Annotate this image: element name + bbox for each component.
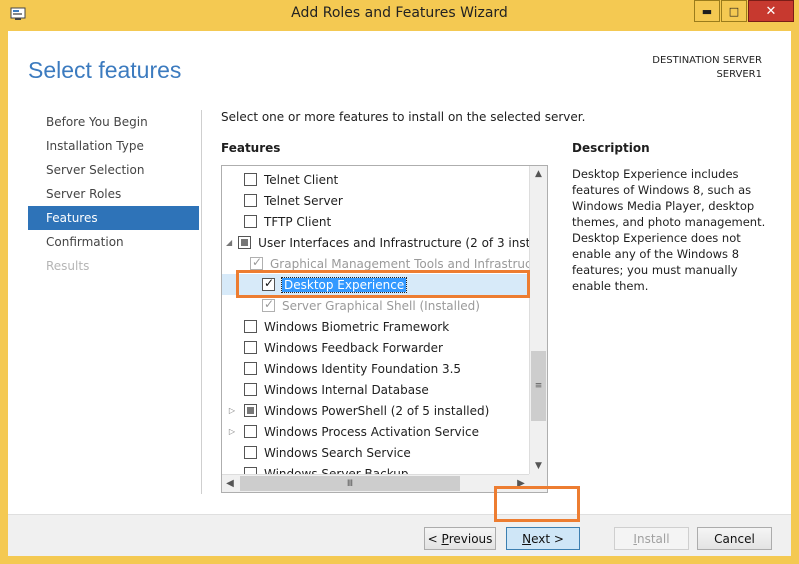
feature-row[interactable]: ▷ Windows PowerShell (2 of 5 installed): [222, 400, 529, 421]
features-list: Telnet Client Telnet Server TFTP Client ◢ Us…: [222, 166, 529, 474]
nav-item-installation-type[interactable]: Installation Type: [28, 134, 199, 158]
scroll-up-icon[interactable]: ▲: [530, 166, 547, 182]
collapse-icon[interactable]: ◢: [226, 238, 232, 247]
destination-label: DESTINATION SERVER: [652, 55, 762, 66]
feature-label: Server Graphical Shell (Installed): [282, 298, 480, 313]
feature-label: Telnet Server: [264, 193, 343, 208]
feature-checkbox[interactable]: [244, 425, 257, 438]
feature-row[interactable]: Windows Biometric Framework: [222, 316, 529, 337]
desktop-experience-highlight: [236, 270, 530, 298]
page-title: Select features: [28, 57, 182, 83]
feature-checkbox[interactable]: [244, 362, 257, 375]
feature-row[interactable]: Telnet Server: [222, 190, 529, 211]
nav-item-server-roles[interactable]: Server Roles: [28, 182, 199, 206]
feature-row[interactable]: Windows Identity Foundation 3.5: [222, 358, 529, 379]
feature-checkbox[interactable]: [244, 194, 257, 207]
horizontal-scrollbar[interactable]: ◀ Ⅲ ▶: [222, 474, 529, 492]
feature-checkbox: [250, 255, 263, 270]
feature-row[interactable]: TFTP Client: [222, 211, 529, 232]
next-label-post: ext >: [531, 531, 564, 546]
intro-text: Select one or more features to install o…: [221, 110, 586, 124]
feature-label: Windows PowerShell (2 of 5 installed): [264, 403, 490, 418]
feature-label: Graphical Management Tools and Infrastru…: [270, 256, 529, 271]
feature-checkbox[interactable]: [244, 320, 257, 333]
description-text: Desktop Experience includes features of …: [572, 167, 766, 293]
feature-row[interactable]: Windows Server Backup: [222, 463, 529, 474]
expand-icon[interactable]: ▷: [226, 406, 238, 415]
title-bar[interactable]: Add Roles and Features Wizard ▬ □ ✕: [0, 0, 799, 30]
next-label-accel: N: [522, 531, 532, 546]
feature-label: Windows Identity Foundation 3.5: [264, 361, 462, 376]
feature-label: Windows Search Service: [264, 445, 411, 460]
expand-icon[interactable]: ▷: [226, 427, 238, 436]
nav-divider: [201, 110, 202, 494]
nav-item-results: Results: [46, 259, 90, 273]
vertical-scrollbar[interactable]: ▲ ≡ ▼: [529, 166, 547, 474]
scroll-down-icon[interactable]: ▼: [530, 458, 547, 474]
feature-row[interactable]: Windows Search Service: [222, 442, 529, 463]
feature-label: Windows Feedback Forwarder: [264, 340, 443, 355]
window-title: Add Roles and Features Wizard: [291, 5, 508, 21]
destination-server-info: DESTINATION SERVER SERVER1: [652, 54, 762, 82]
features-heading: Features: [221, 141, 281, 155]
minimize-button[interactable]: ▬: [694, 0, 720, 22]
install-label-post: nstall: [636, 531, 670, 546]
feature-label: Telnet Client: [264, 172, 339, 187]
feature-label: Windows Process Activation Service: [264, 424, 479, 439]
next-button-highlight: [494, 486, 580, 522]
close-icon: ✕: [765, 3, 777, 19]
nav-item-features[interactable]: Features: [28, 206, 199, 230]
feature-checkbox[interactable]: [244, 383, 257, 396]
feature-checkbox[interactable]: [244, 215, 257, 228]
feature-row[interactable]: ▷ Windows Process Activation Service: [222, 421, 529, 442]
next-button[interactable]: Next >: [506, 527, 580, 550]
minimize-icon: ▬: [701, 4, 713, 18]
feature-checkbox[interactable]: [244, 467, 257, 474]
cancel-button[interactable]: Cancel: [697, 527, 772, 550]
nav-item-server-selection[interactable]: Server Selection: [28, 158, 199, 182]
description-heading: Description: [572, 141, 650, 155]
previous-button[interactable]: < Previous: [424, 527, 496, 550]
nav-item-before-you-begin[interactable]: Before You Begin: [28, 110, 199, 134]
previous-label-accel: P: [441, 531, 449, 546]
horizontal-scroll-thumb[interactable]: Ⅲ: [240, 476, 460, 491]
feature-checkbox[interactable]: [244, 173, 257, 186]
feature-row[interactable]: Windows Internal Database: [222, 379, 529, 400]
scroll-left-icon[interactable]: ◀: [222, 475, 238, 492]
previous-label-pre: <: [427, 531, 442, 546]
feature-checkbox[interactable]: [244, 404, 257, 417]
wizard-window: Add Roles and Features Wizard ▬ □ ✕ Sele…: [0, 0, 799, 564]
feature-row[interactable]: Telnet Client: [222, 169, 529, 190]
wizard-nav: Before You Begin Installation Type Server …: [28, 110, 199, 278]
features-tree[interactable]: Telnet Client Telnet Server TFTP Client ◢ Us…: [221, 165, 548, 493]
destination-server-name: SERVER1: [716, 69, 762, 80]
vertical-scroll-thumb[interactable]: ≡: [531, 351, 546, 421]
feature-row[interactable]: Server Graphical Shell (Installed): [222, 295, 529, 316]
button-bar: < Previous Next > Install Cancel: [8, 514, 791, 556]
feature-row[interactable]: Windows Feedback Forwarder: [222, 337, 529, 358]
feature-label: User Interfaces and Infrastructure (2 of…: [258, 235, 529, 250]
feature-checkbox[interactable]: [238, 236, 252, 249]
feature-label: Windows Internal Database: [264, 382, 429, 397]
install-button[interactable]: Install: [614, 527, 689, 550]
feature-row[interactable]: ◢ User Interfaces and Infrastructure (2 o…: [222, 232, 529, 253]
feature-checkbox: [262, 297, 275, 312]
close-button[interactable]: ✕: [748, 0, 794, 22]
nav-item-confirmation[interactable]: Confirmation: [28, 230, 199, 254]
maximize-icon: □: [728, 4, 740, 18]
feature-label: Windows Biometric Framework: [264, 319, 450, 334]
feature-checkbox[interactable]: [244, 341, 257, 354]
feature-label: TFTP Client: [264, 214, 332, 229]
feature-checkbox[interactable]: [244, 446, 257, 459]
maximize-button[interactable]: □: [721, 0, 747, 22]
previous-label-post: revious: [448, 531, 493, 546]
feature-label: Windows Server Backup: [264, 466, 409, 475]
